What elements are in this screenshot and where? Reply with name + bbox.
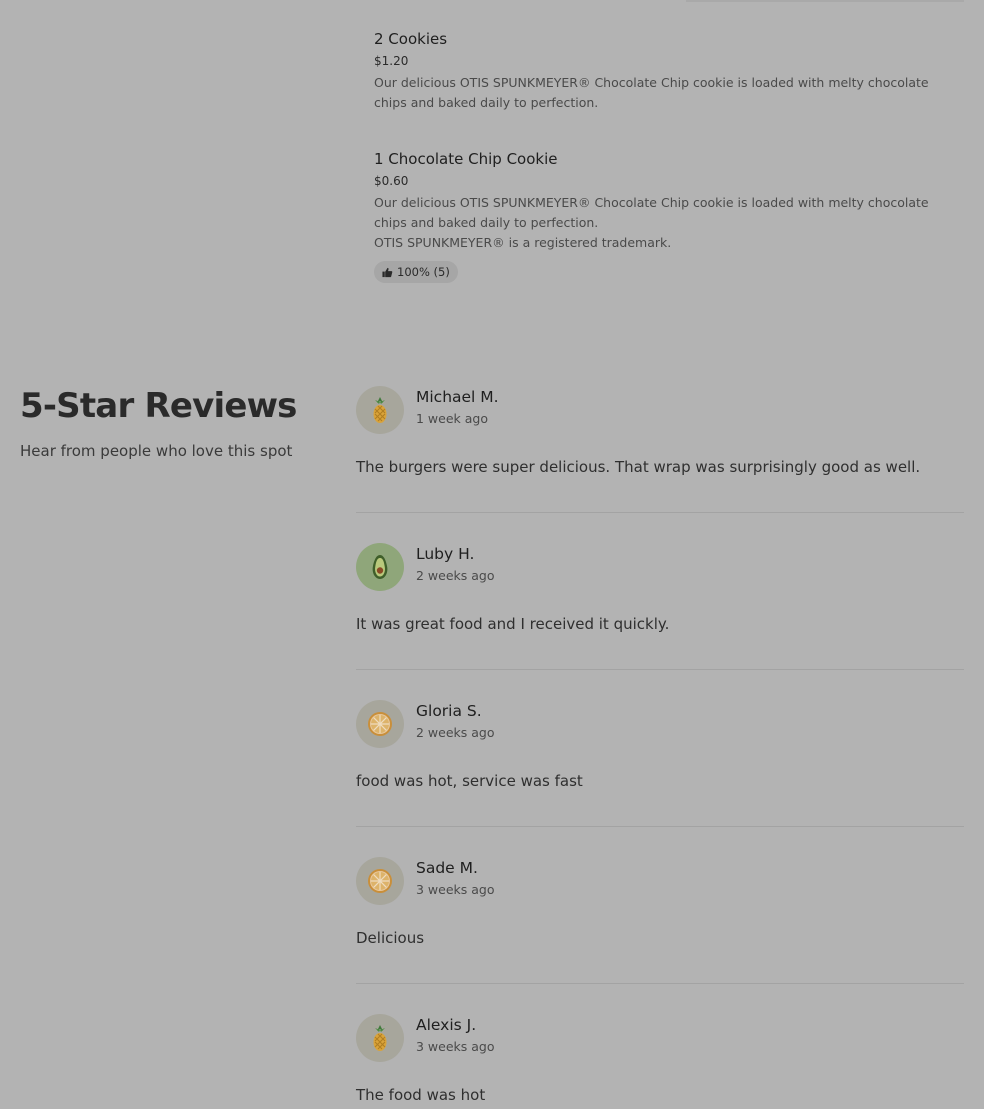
avatar xyxy=(356,1014,404,1062)
divider xyxy=(356,669,964,670)
reviewer-name: Gloria S. xyxy=(416,702,482,720)
review-card: Luby H. 2 weeks ago It was great food an… xyxy=(356,543,964,670)
review-card: Sade M. 3 weeks ago Delicious xyxy=(356,857,964,984)
divider xyxy=(356,826,964,827)
review-card: Michael M. 1 week ago The burgers were s… xyxy=(356,386,964,513)
menu-item-name: 1 Chocolate Chip Cookie xyxy=(374,150,558,168)
orange-slice-icon xyxy=(368,869,392,893)
avatar xyxy=(356,543,404,591)
thumbs-up-icon xyxy=(382,267,393,277)
reviewer-name: Michael M. xyxy=(416,388,499,406)
review-card: Alexis J. 3 weeks ago The food was hot xyxy=(356,1014,964,1105)
review-text: It was great food and I received it quic… xyxy=(356,615,670,633)
menu-item-trademark-note: OTIS SPUNKMEYER® is a registered tradema… xyxy=(374,235,672,250)
menu-item-name: 2 Cookies xyxy=(374,30,448,48)
review-card: Gloria S. 2 weeks ago food was hot, serv… xyxy=(356,700,964,827)
orange-slice-icon xyxy=(368,712,392,736)
review-time: 3 weeks ago xyxy=(416,882,495,897)
menu-item-price: $0.60 xyxy=(374,174,409,188)
review-text: The burgers were super delicious. That w… xyxy=(356,458,921,476)
review-time: 3 weeks ago xyxy=(416,1039,495,1054)
menu-item[interactable]: 2 Cookies $1.20 Our delicious OTIS SPUNK… xyxy=(374,29,954,113)
menu-item-price: $1.20 xyxy=(374,54,409,68)
menu-item-description: Our delicious OTIS SPUNKMEYER® Chocolate… xyxy=(374,75,929,110)
rating-badge: 100% (5) xyxy=(374,261,458,283)
review-time: 2 weeks ago xyxy=(416,725,495,740)
reviews-subheading: Hear from people who love this spot xyxy=(20,442,293,460)
divider xyxy=(356,512,964,513)
review-time: 1 week ago xyxy=(416,411,488,426)
avatar xyxy=(356,700,404,748)
avatar xyxy=(356,386,404,434)
menu-item[interactable]: 1 Chocolate Chip Cookie $0.60 Our delici… xyxy=(374,149,954,283)
divider xyxy=(356,983,964,984)
review-text: food was hot, service was fast xyxy=(356,772,583,790)
reviews-heading: 5-Star Reviews xyxy=(20,386,297,426)
menu-item-description-text: Our delicious OTIS SPUNKMEYER® Chocolate… xyxy=(374,195,929,230)
top-divider xyxy=(686,0,964,2)
avocado-icon xyxy=(372,555,388,579)
reviewer-name: Sade M. xyxy=(416,859,478,877)
review-time: 2 weeks ago xyxy=(416,568,495,583)
reviewer-name: Luby H. xyxy=(416,545,475,563)
review-text: The food was hot xyxy=(356,1086,486,1104)
avatar xyxy=(356,857,404,905)
rating-text: 100% (5) xyxy=(397,265,450,279)
menu-item-description: Our delicious OTIS SPUNKMEYER® Chocolate… xyxy=(374,193,954,253)
pineapple-icon xyxy=(373,397,387,423)
reviewer-name: Alexis J. xyxy=(416,1016,477,1034)
review-text: Delicious xyxy=(356,929,425,947)
pineapple-icon xyxy=(373,1025,387,1051)
